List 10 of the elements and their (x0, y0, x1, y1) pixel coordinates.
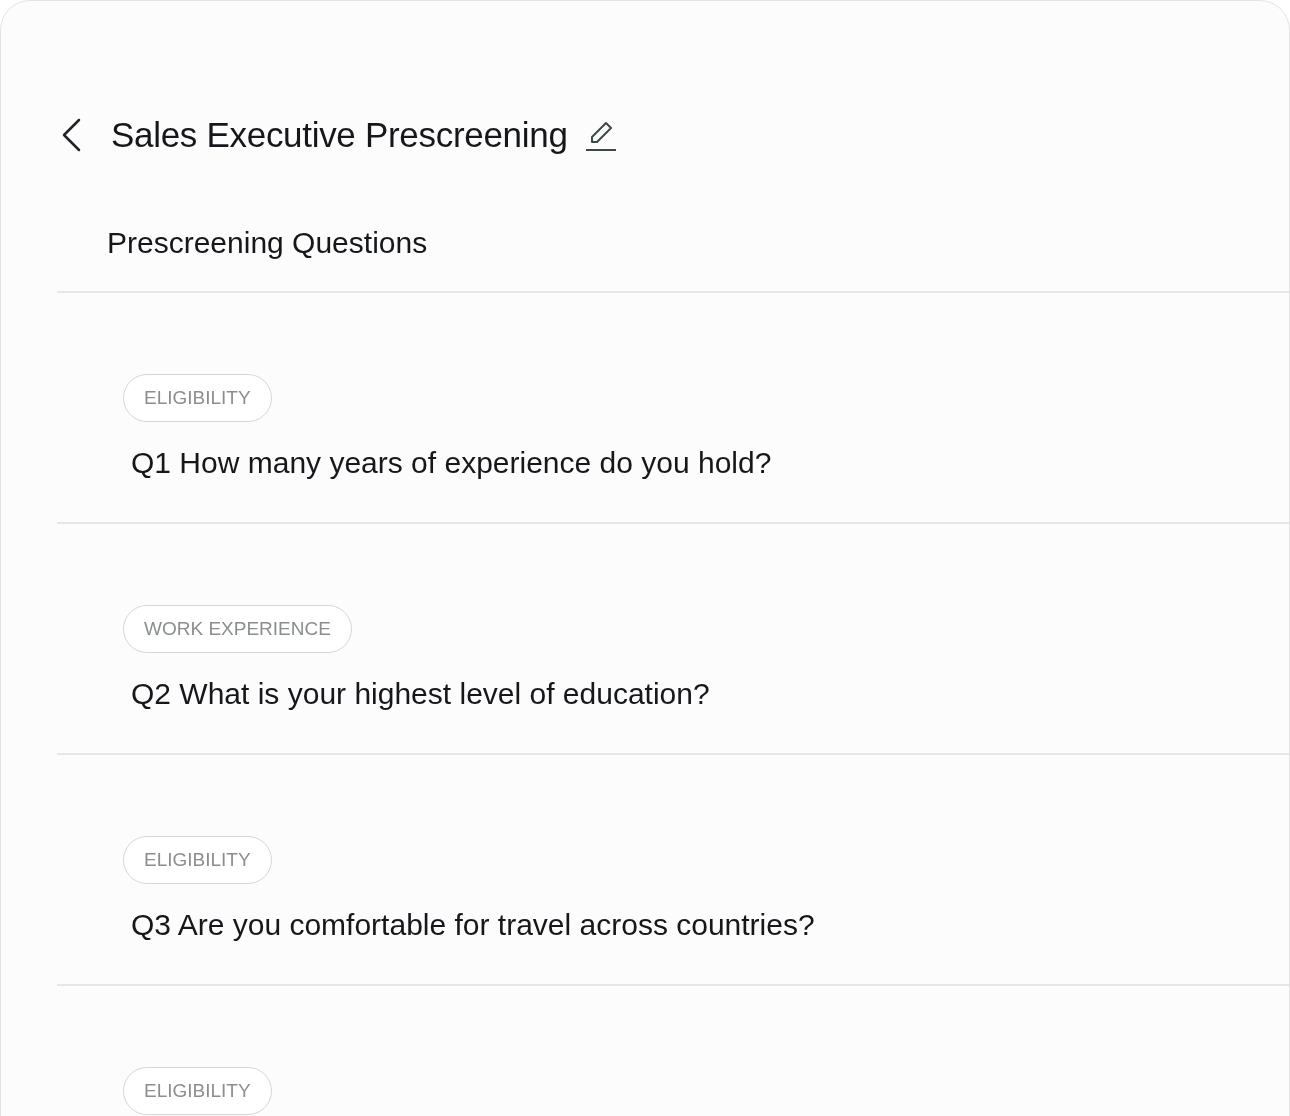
category-tag: WORK EXPERIENCE (123, 604, 352, 653)
category-tag: ELIGIBILITY (123, 835, 272, 884)
page-title: Sales Executive Prescreening (111, 114, 568, 156)
section-title: Prescreening Questions (107, 225, 428, 259)
back-chevron-icon[interactable] (61, 118, 81, 153)
category-tag: ELIGIBILITY (123, 373, 272, 422)
question-text: Q3 Are you comfortable for travel across countries? (131, 908, 815, 941)
question-text: Q1 How many years of experience do you hold? (131, 446, 772, 479)
question-text: Q2 What is your highest level of education? (131, 677, 710, 710)
category-tag: ELIGIBILITY (123, 1066, 272, 1115)
